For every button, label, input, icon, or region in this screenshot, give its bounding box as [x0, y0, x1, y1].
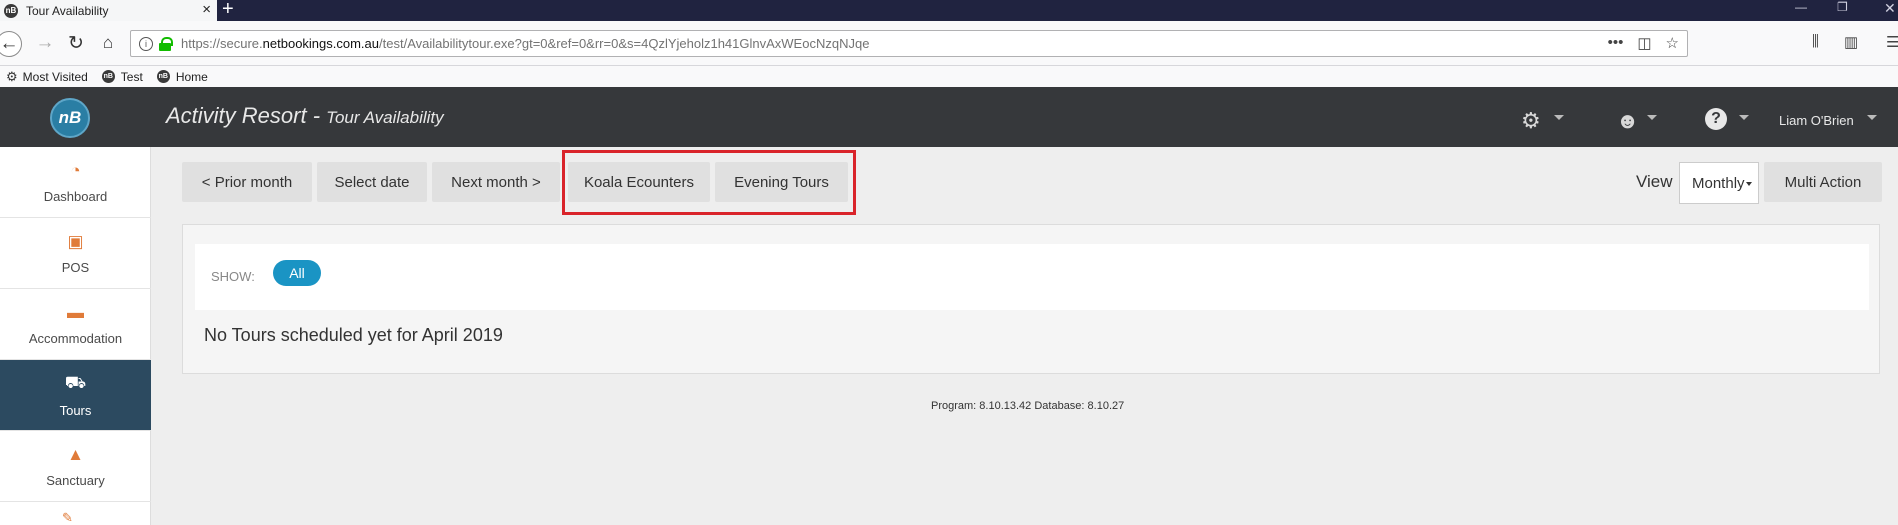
next-month-button[interactable]: Next month >	[432, 162, 560, 202]
bookmark-most-visited[interactable]: ⚙ Most Visited	[6, 69, 88, 85]
filter-all-pill[interactable]: All	[273, 260, 321, 286]
lock-icon	[159, 36, 173, 51]
home-icon[interactable]: ⌂	[95, 30, 121, 56]
chevron-down-icon	[1746, 182, 1752, 186]
sidebar-next-icon[interactable]: ✎	[62, 510, 73, 525]
ninja-avatar-icon[interactable]: ☻	[1616, 108, 1639, 134]
settings-gears-icon[interactable]: ⚙	[1521, 108, 1541, 134]
user-menu[interactable]: Liam O'Brien	[1779, 113, 1854, 128]
chevron-down-icon[interactable]	[1739, 115, 1749, 120]
version-footer: Program: 8.10.13.42 Database: 8.10.27	[931, 400, 1125, 412]
multi-action-button[interactable]: Multi Action	[1764, 162, 1882, 202]
chevron-down-icon[interactable]	[1554, 115, 1564, 120]
info-icon[interactable]: i	[139, 36, 153, 51]
filter-bar: SHOW: All	[195, 244, 1869, 310]
url-bar[interactable]: i https://secure.netbookings.com.au/test…	[130, 30, 1688, 57]
sidebar: ◔ Dashboard ▣ POS ▬ Accommodation ⛟ Tour…	[0, 147, 151, 525]
back-icon[interactable]: ←	[0, 31, 22, 57]
library-icon[interactable]: ⫼	[1812, 33, 1819, 50]
chevron-down-icon[interactable]	[1647, 115, 1657, 120]
pocket-icon[interactable]: ◫	[1637, 34, 1651, 52]
close-tab-icon[interactable]: ×	[202, 1, 211, 18]
tours-icon: ⛟	[64, 372, 87, 392]
bookmarks-bar: ⚙ Most Visited nB Test nB Home	[0, 66, 1898, 87]
page-title: Activity Resort - Tour Availability	[166, 103, 444, 128]
prior-month-button[interactable]: < Prior month	[182, 162, 312, 202]
window-close-icon[interactable]: ✕	[1884, 0, 1896, 17]
sidebar-item-sanctuary[interactable]: ▲ Sanctuary	[0, 431, 151, 502]
highlight-annotation-box	[562, 150, 856, 215]
bookmark-star-icon[interactable]: ☆	[1666, 34, 1679, 52]
url-text[interactable]: https://secure.netbookings.com.au/test/A…	[181, 36, 869, 51]
app-header: nB Activity Resort - Tour Availability ⚙…	[0, 87, 1898, 147]
browser-tab[interactable]: nB Tour Availability ×	[0, 0, 217, 21]
browser-nav-bar: ← → ↻ ⌂ i https://secure.netbookings.com…	[0, 21, 1898, 66]
forward-icon[interactable]: →	[32, 30, 58, 56]
nb-favicon-icon: nB	[101, 70, 115, 83]
tab-title: Tour Availability	[26, 3, 109, 18]
select-date-button[interactable]: Select date	[317, 162, 427, 202]
sidebar-item-dashboard[interactable]: ◔ Dashboard	[0, 147, 151, 218]
empty-message: No Tours scheduled yet for April 2019	[204, 325, 503, 345]
dashboard-gauge-icon: ◔	[70, 160, 81, 180]
chevron-down-icon[interactable]	[1867, 115, 1877, 120]
show-label: SHOW:	[211, 269, 255, 284]
view-label: View	[1636, 172, 1673, 191]
menu-icon[interactable]: ☰	[1886, 33, 1898, 51]
bookmark-home[interactable]: nB Home	[156, 70, 208, 84]
reload-icon[interactable]: ↻	[63, 30, 89, 56]
pos-icon: ▣	[67, 231, 84, 251]
page-actions-icon[interactable]: •••	[1608, 34, 1624, 52]
restore-icon[interactable]: ❐	[1837, 0, 1848, 14]
help-icon[interactable]: ?	[1705, 108, 1727, 130]
browser-tab-bar: nB Tour Availability × + — ❐ ✕	[0, 0, 1898, 21]
sidebar-item-tours[interactable]: ⛟ Tours	[0, 360, 151, 431]
bookmark-test[interactable]: nB Test	[101, 70, 143, 84]
nb-favicon-icon: nB	[156, 70, 170, 83]
minimize-icon[interactable]: —	[1795, 0, 1807, 14]
nb-favicon-icon: nB	[4, 3, 18, 18]
view-mode-select[interactable]: Monthly	[1679, 162, 1759, 204]
sidebar-toggle-icon[interactable]: ▥	[1844, 33, 1858, 51]
bed-icon: ▬	[67, 302, 84, 322]
new-tab-icon[interactable]: +	[222, 0, 234, 21]
sidebar-item-accommodation[interactable]: ▬ Accommodation	[0, 289, 151, 360]
tours-panel: SHOW: All No Tours scheduled yet for Apr…	[182, 224, 1880, 374]
sidebar-item-pos[interactable]: ▣ POS	[0, 218, 151, 289]
netbookings-logo[interactable]: nB	[50, 98, 90, 138]
sanctuary-icon: ▲	[67, 444, 84, 464]
gear-icon: ⚙	[6, 68, 18, 84]
